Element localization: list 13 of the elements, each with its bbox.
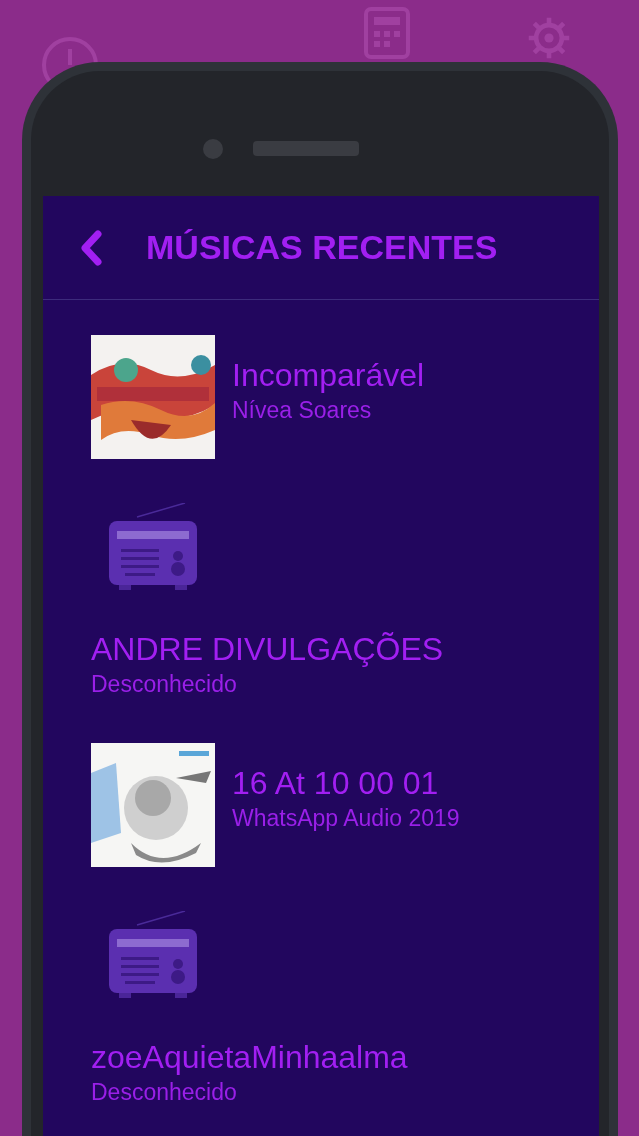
track-title: zoeAquietaMinhaalma [91, 1038, 408, 1077]
track-artist: Desconhecido [91, 1078, 237, 1107]
track-title: Incomparável [232, 356, 425, 395]
screen-title: MÚSICAS RECENTES [146, 228, 498, 267]
camera-dot [203, 138, 223, 159]
track-artist: Desconhecido [91, 670, 237, 699]
back-icon[interactable] [79, 229, 103, 266]
calculator-icon [362, 5, 412, 61]
gear-icon [526, 15, 572, 61]
track-artist: Nívea Soares [232, 396, 373, 425]
track-title: ANDRE DIVULGAÇÕES [91, 630, 444, 669]
track-title: 16 At 10 00 01 [232, 764, 440, 803]
track-artist: WhatsApp Audio 2019 [232, 804, 460, 833]
